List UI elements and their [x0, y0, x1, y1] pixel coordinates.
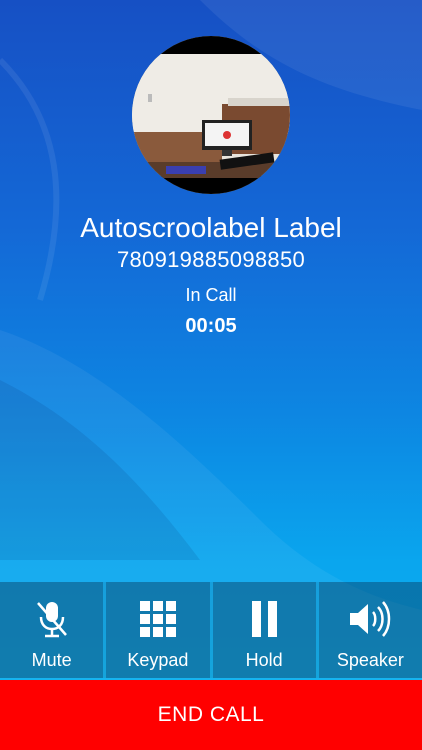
caller-avatar [132, 36, 290, 194]
call-screen: Autoscroolabel Label 780919885098850 In … [0, 0, 422, 750]
call-controls: Mute Keypad Hold Speaker [0, 582, 422, 678]
call-status: In Call [185, 285, 237, 305]
caller-name: Autoscroolabel Label [80, 212, 342, 243]
speaker-icon [348, 598, 392, 640]
speaker-button[interactable]: Speaker [318, 582, 422, 678]
mute-label: Mute [31, 650, 72, 670]
caller-number: 780919885098850 [116, 247, 306, 272]
mic-off-icon [30, 598, 74, 640]
pause-icon [242, 598, 286, 640]
mute-button[interactable]: Mute [0, 582, 104, 678]
call-timer: 00:05 [185, 315, 237, 337]
keypad-button[interactable]: Keypad [106, 582, 210, 678]
keypad-label: Keypad [127, 650, 189, 670]
end-call-label: END CALL [157, 703, 265, 726]
end-call-button[interactable]: END CALL [0, 680, 422, 750]
dialpad-icon [136, 598, 180, 640]
hold-label: Hold [245, 650, 283, 670]
hold-button[interactable]: Hold [212, 582, 316, 678]
speaker-label: Speaker [336, 650, 404, 670]
